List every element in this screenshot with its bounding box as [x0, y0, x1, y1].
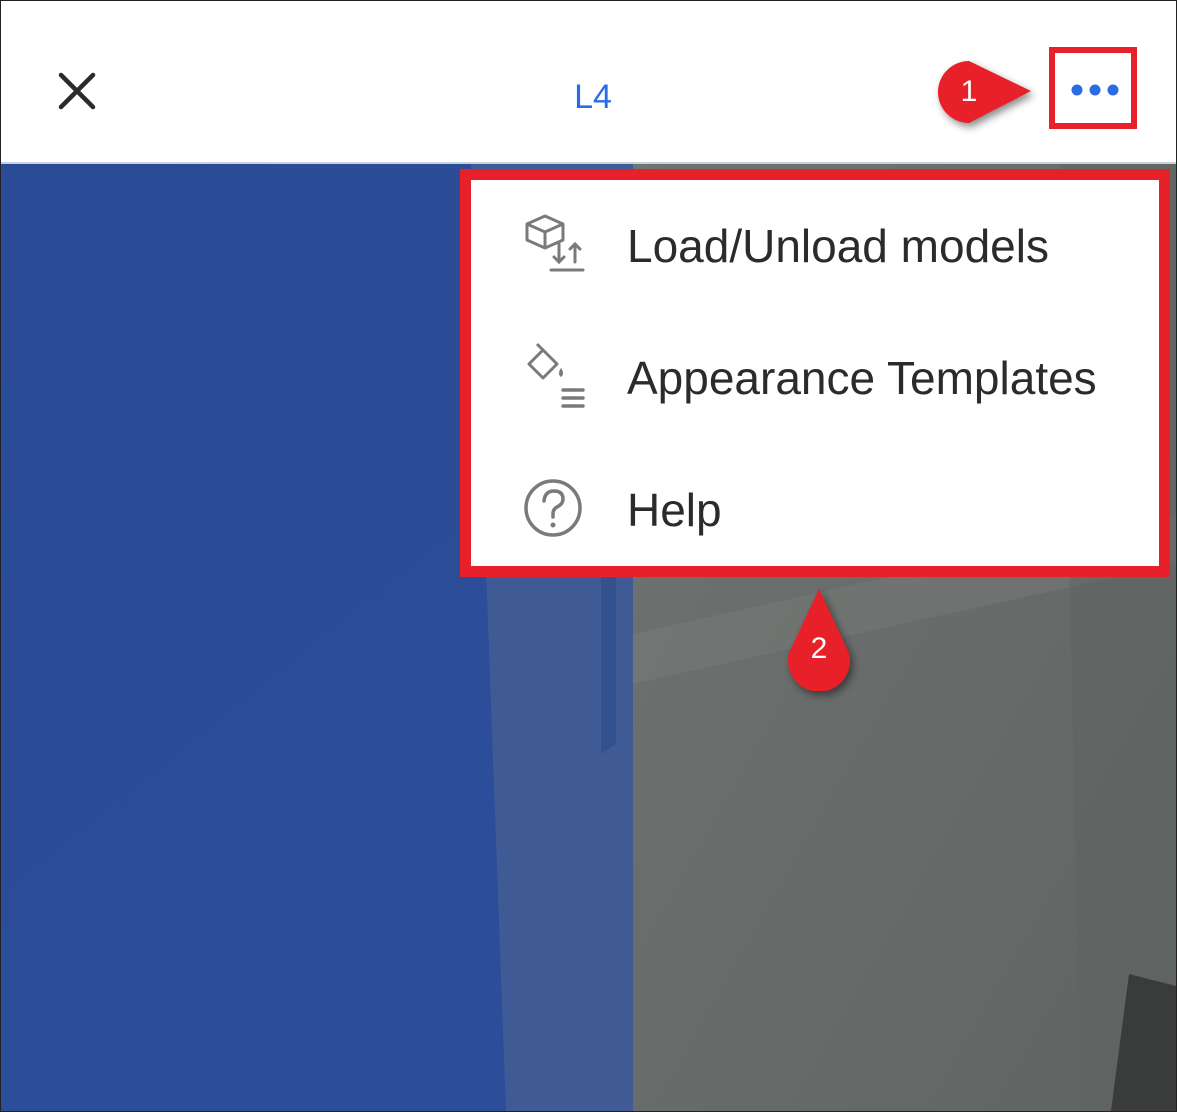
overflow-menu: Load/Unload models Appearance Templates — [460, 169, 1170, 577]
menu-item-appearance-templates[interactable]: Appearance Templates — [471, 312, 1159, 444]
app-screen: L4 Load/Unload models Appearance Templat… — [0, 0, 1177, 1112]
menu-item-label: Help — [627, 484, 722, 536]
menu-item-help[interactable]: Help — [471, 444, 1159, 576]
help-circle-icon — [524, 479, 582, 537]
close-button[interactable] — [53, 67, 101, 115]
more-options-button[interactable] — [1049, 47, 1137, 129]
more-horizontal-icon — [1071, 84, 1119, 96]
menu-item-label: Appearance Templates — [627, 352, 1097, 404]
close-icon — [58, 72, 96, 110]
callout-number: 2 — [810, 632, 828, 665]
menu-item-label: Load/Unload models — [627, 220, 1049, 272]
callout-marker-2: 2 — [785, 587, 853, 692]
menu-item-load-unload-models[interactable]: Load/Unload models — [471, 180, 1159, 312]
box-upload-download-icon — [525, 214, 585, 272]
page-title: L4 — [574, 78, 612, 116]
paint-bucket-list-icon — [527, 342, 585, 408]
callout-number: 1 — [960, 75, 978, 108]
callout-marker-1: 1 — [927, 57, 1037, 127]
